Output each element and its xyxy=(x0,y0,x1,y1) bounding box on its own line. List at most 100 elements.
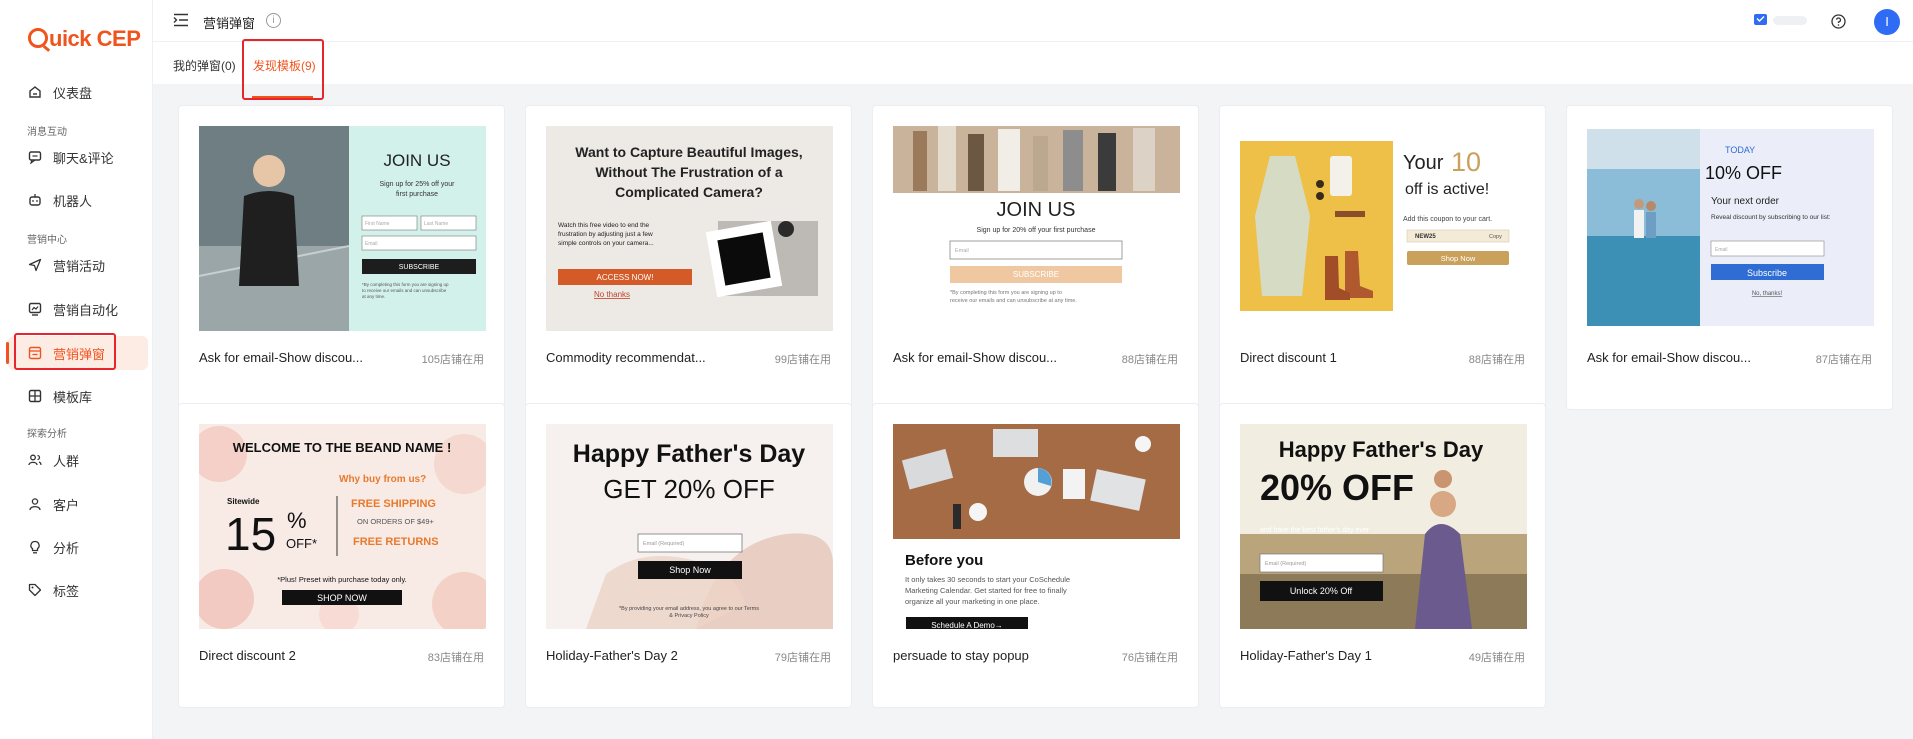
preview-fineprint: receive our emails and can unsubscribe a… xyxy=(950,298,1077,304)
template-usage-count: 83店铺在用 xyxy=(427,652,484,664)
template-card[interactable]: Before you It only takes 30 seconds to s… xyxy=(872,403,1199,708)
preview-text: Your next order xyxy=(1711,196,1780,207)
preview-text: simple controls on your camera... xyxy=(558,240,654,247)
template-preview[interactable]: JOIN US Sign up for 20% off your first p… xyxy=(893,126,1180,331)
template-preview[interactable]: TODAY 10% OFF Your next order Reveal dis… xyxy=(1587,126,1874,331)
preview-text: FREE RETURNS xyxy=(353,536,439,548)
template-name: Direct discount 2 xyxy=(199,648,296,663)
sidebar-item-campaigns[interactable]: 营销活动 xyxy=(8,248,148,282)
template-usage-count: 99店铺在用 xyxy=(774,354,831,366)
preview-fineprint: & Privacy Policy xyxy=(669,613,709,619)
popup-icon xyxy=(28,346,42,360)
preview-text: *Plus! Preset with purchase today only. xyxy=(277,575,407,584)
quickcep-logo[interactable]: uick CEP xyxy=(28,26,141,52)
template-usage-count: 76店铺在用 xyxy=(1121,652,1178,664)
preview-discount-number: 10 xyxy=(1451,147,1481,177)
template-preview[interactable]: WELCOME TO THE BEAND NAME ! Why buy from… xyxy=(199,424,486,629)
preview-fineprint: *By completing this form you are signing… xyxy=(362,282,449,287)
sidebar-item-chat[interactable]: 聊天&评论 xyxy=(8,140,148,174)
template-card[interactable]: TODAY 10% OFF Your next order Reveal dis… xyxy=(1566,105,1893,410)
preview-button: SHOP NOW xyxy=(317,593,367,603)
preview-placeholder: Email (Required) xyxy=(643,541,684,547)
preview-decline: No, thanks! xyxy=(1752,291,1783,297)
preview-title: GET 20% OFF xyxy=(603,474,774,504)
preview-off: OFF* xyxy=(286,536,317,551)
sidebar-item-label: 营销弹窗 xyxy=(53,346,106,362)
preview-text: first purchase xyxy=(396,191,438,198)
template-card[interactable]: Happy Father's Day 20% OFF and have the … xyxy=(1219,403,1546,708)
sidebar-item-dashboard[interactable]: 仪表盘 xyxy=(8,75,148,109)
template-preview[interactable]: Before you It only takes 30 seconds to s… xyxy=(893,424,1180,629)
preview-placeholder: Email xyxy=(365,241,378,247)
template-preview[interactable]: JOIN US Sign up for 25% off your first p… xyxy=(199,126,486,331)
template-card[interactable]: Your 10 off is active! Add this coupon t… xyxy=(1219,105,1546,410)
preview-title: JOIN US xyxy=(383,151,450,170)
preview-text: Sitewide xyxy=(227,497,260,506)
help-icon[interactable] xyxy=(1831,14,1846,34)
automation-icon xyxy=(28,302,42,316)
preview-text: Reveal discount by subscribing to our li… xyxy=(1711,214,1831,221)
avatar[interactable]: I xyxy=(1874,9,1900,35)
sidebar-item-label: 模板库 xyxy=(53,389,93,405)
preview-copy: Copy xyxy=(1489,234,1502,240)
tab-my-popups[interactable]: 我的弹窗(0) xyxy=(173,57,236,74)
menu-fold-icon[interactable] xyxy=(173,13,189,27)
sidebar-item-analytics[interactable]: 分析 xyxy=(8,530,148,564)
preview-title: 20% OFF xyxy=(1260,467,1414,508)
template-card[interactable]: Want to Capture Beautiful Images, Withou… xyxy=(525,105,852,410)
sidebar-item-segments[interactable]: 人群 xyxy=(8,443,148,477)
sidebar-section-messaging: 消息互动 xyxy=(27,127,67,138)
preview-title: Complicated Camera? xyxy=(615,184,763,200)
preview-title: Happy Father's Day xyxy=(573,440,806,468)
sidebar-item-automation[interactable]: 营销自动化 xyxy=(8,292,148,326)
send-icon xyxy=(28,258,42,272)
sidebar-item-label: 分析 xyxy=(53,540,80,556)
logo-q-mark xyxy=(28,28,48,48)
preview-discount-number: 15 xyxy=(225,508,276,560)
template-name: Ask for email-Show discou... xyxy=(1587,350,1752,365)
preview-title: off is active! xyxy=(1405,181,1489,198)
preview-button: Shop Now xyxy=(669,565,711,575)
sidebar-item-tags[interactable]: 标签 xyxy=(8,573,148,607)
preview-text: Sign up for 20% off your first purchase xyxy=(977,227,1096,234)
preview-placeholder: Email xyxy=(955,248,969,254)
preview-text: frustration by adjusting just a few xyxy=(558,231,653,238)
sidebar-item-templates[interactable]: 模板库 xyxy=(8,379,148,413)
sidebar-item-popups[interactable]: 营销弹窗 xyxy=(6,336,148,370)
sidebar-item-customers[interactable]: 客户 xyxy=(8,487,148,521)
preview-fineprint: to receive our emails and can unsubscrib… xyxy=(362,288,447,293)
preview-placeholder: Email xyxy=(1715,247,1728,253)
preview-text: Sign up for 25% off your xyxy=(380,181,456,188)
sidebar-item-label: 营销活动 xyxy=(53,258,106,274)
tab-discover-templates[interactable]: 发现模板(9) xyxy=(253,57,316,74)
preview-title: JOIN US xyxy=(997,199,1076,221)
template-card[interactable]: JOIN US Sign up for 25% off your first p… xyxy=(178,105,505,410)
sidebar-item-robot[interactable]: 机器人 xyxy=(8,183,148,217)
preview-title: 10% OFF xyxy=(1705,163,1782,183)
store-switcher[interactable] xyxy=(1773,16,1807,25)
template-card[interactable]: WELCOME TO THE BEAND NAME ! Why buy from… xyxy=(178,403,505,708)
preview-coupon-code: NEW25 xyxy=(1415,234,1436,240)
template-name: Ask for email-Show discou... xyxy=(893,350,1058,365)
tag-icon xyxy=(28,583,42,597)
preview-text: organize all your marketing in one place… xyxy=(905,597,1040,606)
template-preview[interactable]: Happy Father's Day 20% OFF and have the … xyxy=(1240,424,1527,629)
preview-button: Unlock 20% Off xyxy=(1290,586,1353,596)
preview-label: TODAY xyxy=(1725,145,1755,155)
people-icon xyxy=(28,453,42,467)
template-preview[interactable]: Your 10 off is active! Add this coupon t… xyxy=(1240,126,1527,331)
template-usage-count: 79店铺在用 xyxy=(774,652,831,664)
template-preview[interactable]: Want to Capture Beautiful Images, Withou… xyxy=(546,126,833,331)
preview-fineprint: *By completing this form you are signing… xyxy=(950,290,1062,296)
template-name: Ask for email-Show discou... xyxy=(199,350,364,365)
template-card[interactable]: JOIN US Sign up for 20% off your first p… xyxy=(872,105,1199,410)
robot-icon xyxy=(28,193,42,207)
chat-icon xyxy=(28,150,42,164)
template-preview[interactable]: Happy Father's Day GET 20% OFF Email (Re… xyxy=(546,424,833,629)
preview-title: WELCOME TO THE BEAND NAME ! xyxy=(233,440,452,455)
info-icon[interactable]: i xyxy=(266,13,281,28)
message-icon[interactable] xyxy=(1753,13,1768,33)
preview-button: Schedule A Demo→ xyxy=(931,621,1003,629)
template-card[interactable]: Happy Father's Day GET 20% OFF Email (Re… xyxy=(525,403,852,708)
tab-active-underline xyxy=(252,96,313,98)
